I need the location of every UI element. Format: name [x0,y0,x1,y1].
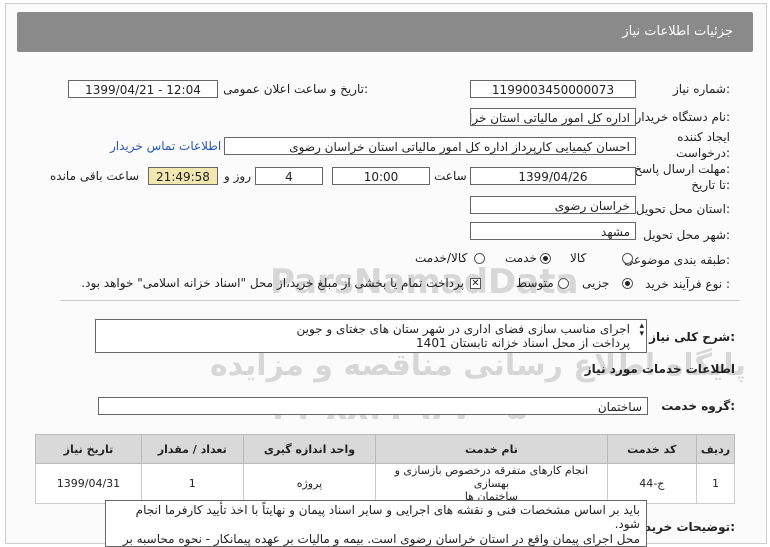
category-radio-service[interactable] [540,253,551,264]
description-label: شرح کلی نیاز: [649,330,735,344]
payment-note: پرداخت تمام یا بخشی از مبلغ خرید،از محل … [81,276,464,290]
cell-unit: پروژه [242,463,377,504]
buyer-notes-line1: باید بر اساس مشخصات فنی و نقشه های اجرای… [135,503,640,517]
deadline-date-field: 1399/04/26 [470,167,636,185]
purchase-radio-medium[interactable] [558,278,569,289]
col-header-code: کد خدمت [606,434,697,464]
requester-field: احسان کیمیایی کارپرداز اداره کل امور مال… [224,137,636,155]
treasury-checkbox[interactable]: ✕ [470,278,481,289]
buyer-notes-label: توضیحات خریدار: [633,520,735,534]
cell-row: 1 [695,463,736,504]
deadline-label-line1: مهلت ارسال پاسخ: [634,162,730,176]
cell-date: 1399/04/31 [35,463,142,504]
category-option-goods-service: کالا/خدمت [415,251,468,265]
deadline-time-label: ساعت [434,169,467,183]
remaining-time-label: ساعت باقی مانده [50,169,140,183]
need-number-label: شماره نیاز: [672,82,730,96]
cell-name-line1: انجام کارهای متفرقه درخصوص بازسازی و بهس… [394,464,589,490]
city-label: شهر محل تحویل: [643,228,730,242]
contact-info-link[interactable]: اطلاعات تماس خریدار [110,139,221,153]
col-header-date: تاریخ نیاز [35,434,142,464]
table-row: 1 ج-44 انجام کارهای متفرقه درخصوص بازساز… [35,463,736,504]
purchase-type-label: نوع فرآیند خرید : [645,277,730,291]
col-header-row: ردیف [695,434,736,464]
col-header-qty: تعداد / مقدار [140,434,244,464]
purchase-radio-minor[interactable] [622,278,633,289]
page-title: جزئیات اطلاعات نیاز [622,24,733,39]
cell-name: انجام کارهای متفرقه درخصوص بازسازی و بهس… [375,463,608,504]
requester-label-line2: درخواست: [676,146,730,160]
description-line1: اجرای مناسب سازی فضای اداری در شهر ستان … [296,322,630,336]
services-section-title: اطلاعات خدمات مورد نیاز [584,362,735,376]
cell-qty: 1 [140,463,244,504]
category-label: طبقه بندی موضوعی: [623,253,730,267]
buyer-org-field: اداره کل امور مالیاتی استان خراسان رضوی [470,108,636,126]
description-line2: پرداخت از محل اسناد خزانه تابستان 1401 [416,336,630,350]
deadline-time-field: 10:00 [332,167,430,185]
title-bar: جزئیات اطلاعات نیاز [17,12,753,52]
deadline-days-label: روز و [224,169,251,183]
table-header-row: ردیف کد خدمت نام خدمت واحد اندازه گیری ت… [35,434,736,464]
buyer-notes-box: باید بر اساس مشخصات فنی و نقشه های اجرای… [105,500,647,547]
buyer-notes-line3: محل اجرای پیمان واقع در استان خراسان رضو… [122,532,640,546]
requester-label-line1: ایجاد کننده [677,130,730,144]
buyer-org-label: نام دستگاه خریدار: [635,110,731,124]
announce-datetime-field: 1399/04/21 - 12:04 [68,80,218,98]
deadline-label-line2: تا تاریخ: [691,178,730,192]
divider [60,300,740,301]
scroll-arrows-icon[interactable]: ▴ ▾ [639,322,644,339]
cell-code: ج-44 [606,463,697,504]
description-box: اجرای مناسب سازی فضای اداری در شهر ستان … [95,319,647,353]
col-header-name: نام خدمت [375,434,608,464]
category-option-service: خدمت [505,251,537,265]
province-label: استان محل تحویل: [635,202,730,216]
city-field: مشهد [470,222,636,240]
category-radio-goods-service[interactable] [474,253,485,264]
service-group-label: گروه خدمت: [661,399,735,413]
need-number-field: 1199003450000073 [470,80,636,98]
category-radio-goods[interactable] [622,253,633,264]
announce-datetime-label: تاریخ و ساعت اعلان عمومی: [223,82,368,96]
province-field: خراسان رضوی [470,196,636,214]
deadline-days-field: 4 [255,167,323,185]
purchase-option-medium: متوسط [516,276,554,290]
category-option-goods: کالا [570,251,587,265]
service-group-field: ساختمان [98,397,648,415]
services-table: ردیف کد خدمت نام خدمت واحد اندازه گیری ت… [35,434,736,504]
remaining-time-field: 21:49:58 [148,167,218,185]
col-header-unit: واحد اندازه گیری [242,434,377,464]
buyer-notes-line2: شود. [614,517,640,531]
purchase-option-minor: جزیی [582,276,610,290]
